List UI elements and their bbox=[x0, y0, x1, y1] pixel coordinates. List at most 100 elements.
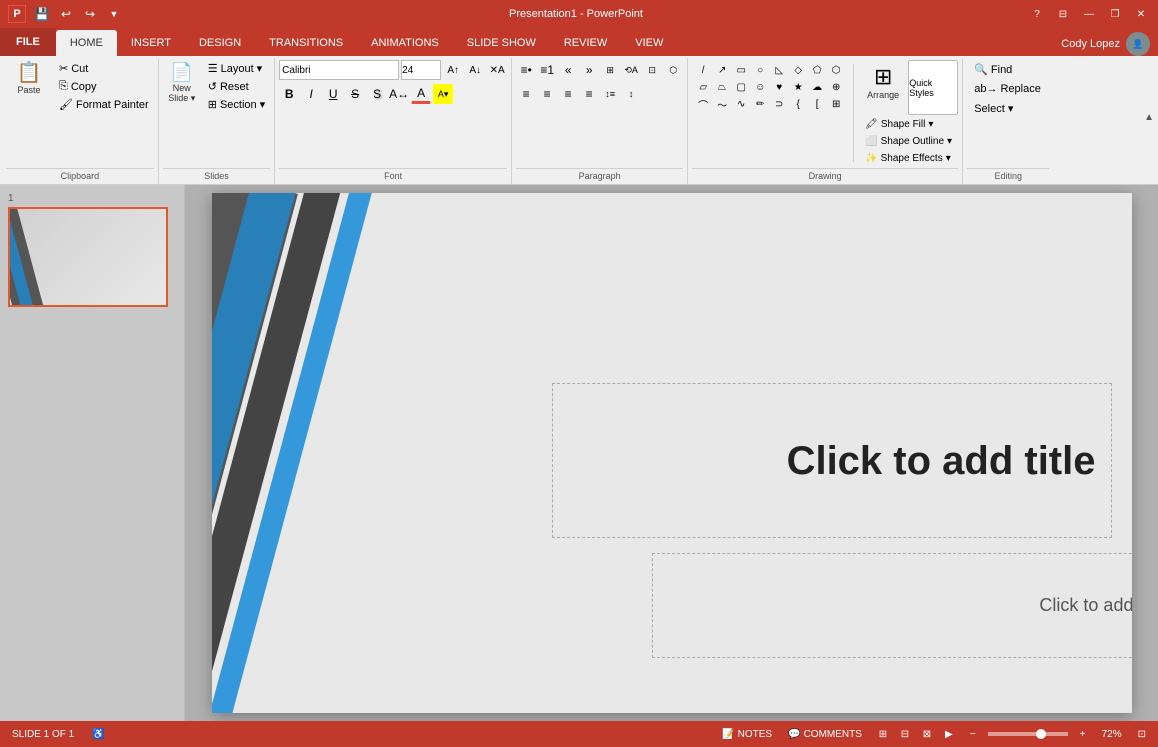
numbering-button[interactable]: ≡1 bbox=[537, 60, 557, 80]
save-qa-button[interactable]: 💾 bbox=[32, 4, 52, 24]
shape-line[interactable]: / bbox=[694, 62, 712, 78]
section-button[interactable]: ⊞ Section ▾ bbox=[203, 96, 270, 113]
quick-styles-button[interactable]: Quick Styles bbox=[908, 60, 958, 115]
underline-button[interactable]: U bbox=[323, 84, 343, 104]
font-color-button[interactable]: A bbox=[411, 84, 431, 104]
align-right-button[interactable]: ≡ bbox=[558, 84, 578, 104]
fit-button[interactable]: ⊡ bbox=[1134, 727, 1150, 742]
shape-trapezoid[interactable]: ⏢ bbox=[713, 79, 731, 95]
slide-sorter-button[interactable]: ⊟ bbox=[896, 725, 914, 743]
align-center-button[interactable]: ≡ bbox=[537, 84, 557, 104]
zoom-out-button[interactable]: − bbox=[966, 727, 980, 742]
shape-chevron[interactable]: ⊃ bbox=[770, 96, 788, 112]
tab-transitions[interactable]: TRANSITIONS bbox=[255, 30, 357, 56]
paste-button[interactable]: 📋 Paste bbox=[6, 60, 52, 98]
zoom-slider[interactable] bbox=[988, 732, 1068, 736]
font-name-input[interactable] bbox=[279, 60, 399, 80]
minimize-button[interactable]: — bbox=[1080, 5, 1098, 23]
normal-view-button[interactable]: ⊞ bbox=[874, 725, 892, 743]
shape-circle[interactable]: ○ bbox=[751, 62, 769, 78]
shape-hexagon[interactable]: ⬡ bbox=[827, 62, 845, 78]
line-spacing-button[interactable]: ↕≡ bbox=[600, 84, 620, 104]
ribbon-collapse-button[interactable]: ▲ bbox=[1144, 112, 1154, 123]
tab-slideshow[interactable]: SLIDE SHOW bbox=[453, 30, 550, 56]
para-spacing-button[interactable]: ↕ bbox=[621, 84, 641, 104]
strikethrough-button[interactable]: S bbox=[345, 84, 365, 104]
slide-thumbnail[interactable] bbox=[8, 207, 168, 307]
font-size-input[interactable] bbox=[401, 60, 441, 80]
shape-effects-button[interactable]: ✨ Shape Effects ▾ bbox=[860, 151, 958, 166]
redo-qa-button[interactable]: ↪ bbox=[80, 4, 100, 24]
zoom-in-button[interactable]: + bbox=[1076, 727, 1090, 742]
shape-scroll[interactable]: ⊞ bbox=[827, 96, 845, 112]
shape-brace[interactable]: { bbox=[789, 96, 807, 112]
subtitle-placeholder[interactable]: Click to add subtitle bbox=[652, 553, 1132, 658]
text-dir-button[interactable]: ⟲A bbox=[621, 60, 641, 80]
tab-insert[interactable]: INSERT bbox=[117, 30, 185, 56]
replace-button[interactable]: ab→ Replace bbox=[967, 80, 1048, 98]
select-button[interactable]: Select ▾ bbox=[967, 99, 1048, 118]
comments-button[interactable]: 💬 COMMENTS bbox=[784, 727, 866, 742]
tab-animations[interactable]: ANIMATIONS bbox=[357, 30, 453, 56]
close-button[interactable]: ✕ bbox=[1132, 5, 1150, 23]
undo-qa-button[interactable]: ↩ bbox=[56, 4, 76, 24]
shape-arrow-line[interactable]: ↗ bbox=[713, 62, 731, 78]
smartart-button[interactable]: ⬡ bbox=[663, 60, 683, 80]
shape-parallelogram[interactable]: ▱ bbox=[694, 79, 712, 95]
shadow-button[interactable]: S bbox=[367, 84, 387, 104]
tab-design[interactable]: DESIGN bbox=[185, 30, 255, 56]
shape-scribble[interactable]: ✏ bbox=[751, 96, 769, 112]
increase-font-button[interactable]: A↑ bbox=[443, 60, 463, 80]
decrease-font-button[interactable]: A↓ bbox=[465, 60, 485, 80]
help-button[interactable]: ? bbox=[1028, 5, 1046, 23]
shape-fill-button[interactable]: 🖍 Shape Fill ▾ bbox=[860, 117, 958, 132]
clear-format-button[interactable]: ✕A bbox=[487, 60, 507, 80]
bold-button[interactable]: B bbox=[279, 84, 299, 104]
tab-review[interactable]: REVIEW bbox=[550, 30, 621, 56]
slide-thumbnail-wrapper[interactable]: 1 bbox=[8, 193, 176, 307]
shape-freeform[interactable]: ∿ bbox=[732, 96, 750, 112]
customize-qa-button[interactable]: ▼ bbox=[104, 4, 124, 24]
tab-home[interactable]: HOME bbox=[56, 30, 117, 56]
shape-more[interactable]: ⊕ bbox=[827, 79, 845, 95]
shape-rounded-rect[interactable]: ▢ bbox=[732, 79, 750, 95]
shape-heart[interactable]: ♥ bbox=[770, 79, 788, 95]
shape-star[interactable]: ★ bbox=[789, 79, 807, 95]
layout-button[interactable]: ☰ Layout ▾ bbox=[203, 60, 270, 77]
bullets-button[interactable]: ≡• bbox=[516, 60, 536, 80]
copy-button[interactable]: ⎘ Copy bbox=[54, 78, 154, 95]
align-left-button[interactable]: ≡ bbox=[516, 84, 536, 104]
slideshow-button[interactable]: ▶ bbox=[940, 725, 958, 743]
italic-button[interactable]: I bbox=[301, 84, 321, 104]
shape-pentagon[interactable]: ⬠ bbox=[808, 62, 826, 78]
shape-right-triangle[interactable]: ◺ bbox=[770, 62, 788, 78]
tab-view[interactable]: VIEW bbox=[621, 30, 677, 56]
new-slide-button[interactable]: 📄 NewSlide ▾ bbox=[163, 60, 201, 107]
reading-view-button[interactable]: ⊠ bbox=[918, 725, 936, 743]
shape-curve[interactable]: 〜 bbox=[713, 96, 731, 112]
slide-canvas[interactable]: Click to add title Click to add subtitle bbox=[212, 193, 1132, 713]
col-sep-button[interactable]: ⊞ bbox=[600, 60, 620, 80]
cut-button[interactable]: ✂ Cut bbox=[54, 60, 154, 77]
shape-arc[interactable]: ⌒ bbox=[694, 96, 712, 112]
indent-inc-button[interactable]: » bbox=[579, 60, 599, 80]
zoom-percent[interactable]: 72% bbox=[1098, 727, 1126, 742]
arrange-button[interactable]: ⊞ Arrange bbox=[860, 60, 906, 115]
shape-bracket[interactable]: [ bbox=[808, 96, 826, 112]
accessibility-button[interactable]: ♿ bbox=[88, 727, 108, 742]
shape-outline-button[interactable]: ⬜ Shape Outline ▾ bbox=[860, 134, 958, 149]
restore-button[interactable]: ❐ bbox=[1106, 5, 1124, 23]
notes-button[interactable]: 📝 NOTES bbox=[718, 727, 776, 742]
shape-rect[interactable]: ▭ bbox=[732, 62, 750, 78]
shape-diamond[interactable]: ◇ bbox=[789, 62, 807, 78]
find-button[interactable]: 🔍 Find bbox=[967, 60, 1048, 79]
justify-button[interactable]: ≡ bbox=[579, 84, 599, 104]
indent-dec-button[interactable]: « bbox=[558, 60, 578, 80]
title-placeholder[interactable]: Click to add title bbox=[552, 383, 1112, 538]
shape-cloud[interactable]: ☁ bbox=[808, 79, 826, 95]
tab-file[interactable]: FILE bbox=[0, 28, 56, 56]
ribbon-options-button[interactable]: ⊟ bbox=[1054, 5, 1072, 23]
shape-smiley[interactable]: ☺ bbox=[751, 79, 769, 95]
char-spacing-button[interactable]: A↔ bbox=[389, 84, 409, 104]
reset-button[interactable]: ↺ Reset bbox=[203, 78, 270, 95]
